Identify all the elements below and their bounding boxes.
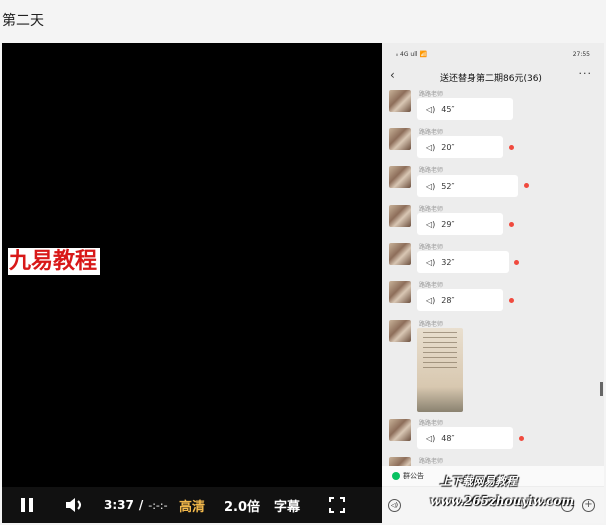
sender-name: 路路老师 <box>419 206 444 213</box>
sender-name: 路路老师 <box>419 129 444 136</box>
chat-title: 送还替身第二期86元(36) <box>440 74 542 84</box>
avatar <box>389 205 411 227</box>
voice-duration: 20″ <box>441 142 455 152</box>
pause-icon <box>21 498 33 512</box>
voice-icon: ◁) <box>426 257 436 267</box>
scrollbar-thumb[interactable] <box>600 382 603 396</box>
voice-duration: 28″ <box>441 295 455 305</box>
subtitle-button[interactable]: 字幕 <box>274 487 300 523</box>
unread-dot <box>524 183 529 188</box>
voice-duration: 29″ <box>441 219 455 229</box>
avatar <box>389 243 411 265</box>
plus-icon: + <box>582 499 595 512</box>
pause-button[interactable] <box>20 487 34 523</box>
avatar <box>389 166 411 188</box>
unread-dot <box>509 222 514 227</box>
time-current: 3:37 <box>104 498 134 512</box>
voice-icon: ◁) <box>426 142 436 152</box>
voice-icon: ◁) <box>426 219 436 229</box>
time-display: 3:37 / -:-:- <box>104 487 168 523</box>
back-icon: ‹ <box>390 68 395 82</box>
voice-icon: ◁) <box>426 295 436 305</box>
volume-button[interactable] <box>64 487 84 523</box>
voice-message: ◁) 32″ <box>417 251 509 273</box>
fullscreen-button[interactable] <box>329 487 345 523</box>
sender-name: 路路老师 <box>419 321 444 328</box>
sender-name: 路路老师 <box>419 167 444 174</box>
site-watermark-url: www.265zhouyiw.com <box>430 494 575 508</box>
sender-name: 路路老师 <box>419 420 444 427</box>
quality-button[interactable]: 高清 <box>179 487 205 523</box>
unread-dot <box>509 298 514 303</box>
unread-dot <box>514 260 519 265</box>
sender-name: 路路老师 <box>419 282 444 289</box>
fullscreen-icon <box>329 497 345 513</box>
avatar <box>389 320 411 342</box>
speed-button[interactable]: 2.0倍 <box>224 487 260 523</box>
voice-icon: ◁) <box>426 433 436 443</box>
volume-icon <box>66 498 81 512</box>
notice-label: 群公告 <box>403 472 424 480</box>
image-message <box>417 328 463 412</box>
voice-input-icon: ◁) <box>388 499 401 512</box>
page-title: 第二天 <box>2 13 44 29</box>
sender-name: 路路老师 <box>419 458 444 465</box>
avatar <box>389 128 411 150</box>
time-separator: / <box>138 498 144 512</box>
status-time: 27:55 <box>572 50 590 58</box>
voice-message: ◁) 48″ <box>417 427 513 449</box>
phone-status-bar: ᵢᵢ 4G ull 📶 27:55 <box>382 43 604 65</box>
unread-dot <box>519 436 524 441</box>
voice-duration: 32″ <box>441 257 455 267</box>
phone-screen: ᵢᵢ 4G ull 📶 27:55 ‹ 送还替身第二期86元(36) ··· 路… <box>382 43 604 523</box>
site-watermark-top: 上下载网易教程 <box>440 475 517 488</box>
voice-message: ◁) 45″ <box>417 98 513 120</box>
avatar <box>389 281 411 303</box>
voice-message: ◁) 20″ <box>417 136 503 158</box>
sender-name: 路路老师 <box>419 244 444 251</box>
voice-message: ◁) 28″ <box>417 289 503 311</box>
status-signal: ᵢᵢ 4G ull 📶 <box>396 50 427 58</box>
avatar <box>389 419 411 441</box>
more-icon: ··· <box>578 67 592 80</box>
time-total: -:-:- <box>148 498 168 512</box>
voice-message: ◁) 52″ <box>417 175 518 197</box>
chat-header: ‹ 送还替身第二期86元(36) ··· <box>382 65 604 87</box>
voice-duration: 48″ <box>441 433 455 443</box>
voice-duration: 45″ <box>441 104 455 114</box>
unread-dot <box>509 145 514 150</box>
video-player[interactable]: 九易教程 ᵢᵢ 4G ull 📶 27:55 ‹ 送还替身第二期86元(36) … <box>2 43 604 523</box>
notice-icon <box>392 472 400 480</box>
video-watermark: 九易教程 <box>8 248 101 275</box>
avatar <box>389 90 411 112</box>
voice-icon: ◁) <box>426 104 436 114</box>
voice-duration: 52″ <box>441 181 455 191</box>
sender-name: 路路老师 <box>419 91 444 98</box>
voice-icon: ◁) <box>426 181 436 191</box>
voice-message: ◁) 29″ <box>417 213 503 235</box>
player-controls: 3:37 / -:-:- 高清 2.0倍 字幕 <box>2 487 382 523</box>
